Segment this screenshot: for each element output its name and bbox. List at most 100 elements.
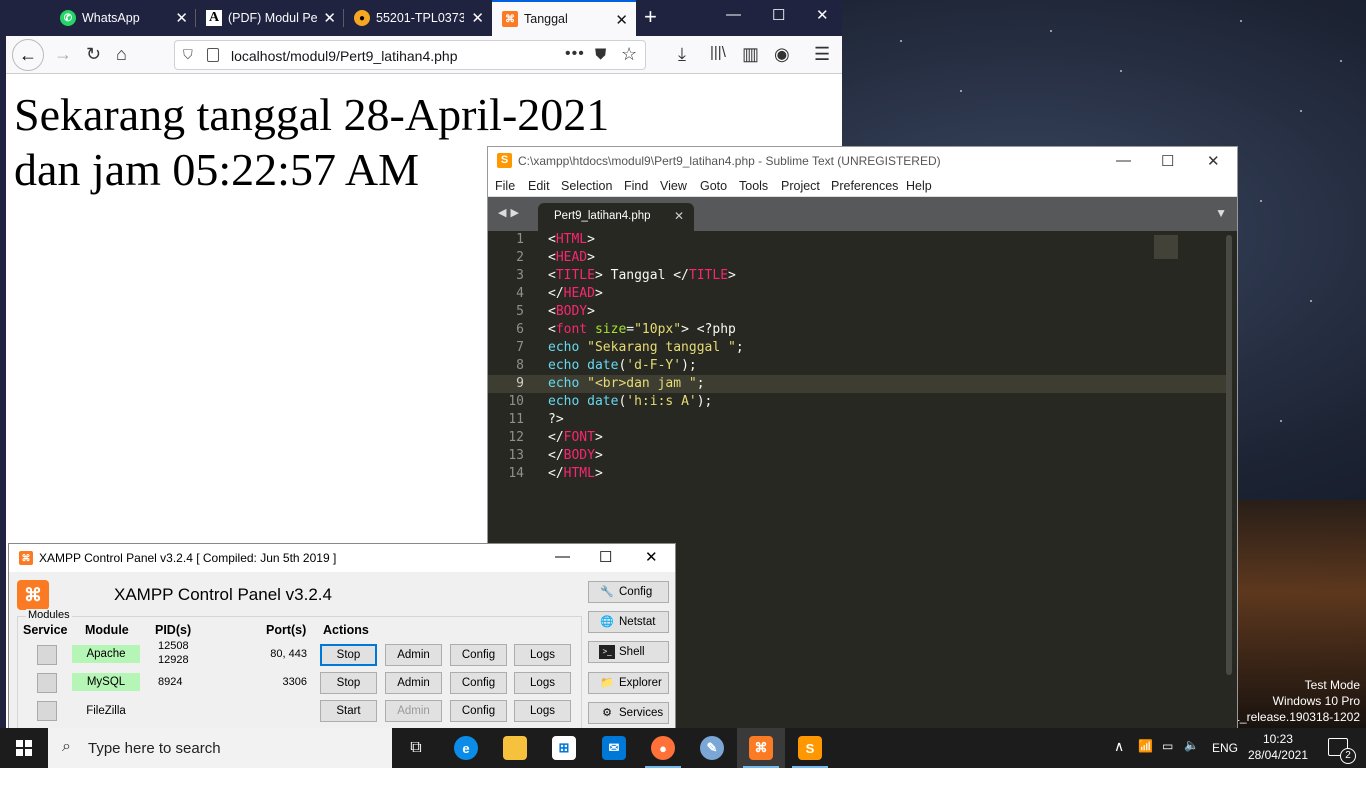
minimap[interactable] [1154, 235, 1178, 259]
explorer-button[interactable]: 📁 Explorer [588, 672, 669, 694]
close-icon[interactable]: ✕ [615, 11, 628, 29]
maximize-icon[interactable]: ☐ [1161, 152, 1174, 170]
globe-icon: 🌐 [600, 616, 614, 628]
home-button[interactable]: ⌂ [116, 44, 127, 65]
close-window-icon[interactable]: ✕ [1207, 152, 1220, 170]
taskbar-mail[interactable]: ✉ [590, 728, 638, 768]
sublime-icon: S [798, 736, 822, 760]
menu-view[interactable]: View [660, 179, 687, 193]
menu-find[interactable]: Find [624, 179, 648, 193]
tab-nav-arrows-icon[interactable]: ◀▶ [498, 206, 523, 219]
minimize-icon[interactable]: — [726, 6, 741, 23]
reload-button[interactable]: ↻ [86, 44, 101, 65]
mysql-config-button[interactable]: Config [450, 672, 507, 694]
apache-admin-button[interactable]: Admin [385, 644, 442, 666]
taskbar-firefox[interactable]: ● [639, 728, 687, 768]
minimize-icon[interactable]: — [1116, 152, 1131, 169]
taskbar-paint[interactable]: ✎ [688, 728, 736, 768]
mysql-stop-button[interactable]: Stop [320, 672, 377, 694]
more-actions-icon[interactable]: ••• [565, 45, 585, 63]
close-icon[interactable]: ✕ [323, 9, 336, 27]
menu-selection[interactable]: Selection [561, 179, 612, 193]
menu-icon[interactable]: ☰ [814, 44, 830, 65]
tab-label: Tanggal [524, 12, 568, 26]
language-indicator[interactable]: ENG [1212, 741, 1238, 755]
start-button[interactable] [0, 728, 48, 768]
url-text[interactable]: localhost/modul9/Pert9_latihan4.php [231, 48, 458, 64]
battery-icon[interactable]: ▭ [1162, 739, 1173, 753]
header-module: Module [85, 623, 129, 637]
firefox-icon: ● [651, 736, 675, 760]
close-icon[interactable]: ✕ [674, 209, 684, 223]
taskbar-search-box[interactable]: ⌕ Type here to search [48, 728, 392, 768]
apache-config-button[interactable]: Config [450, 644, 507, 666]
menu-tools[interactable]: Tools [739, 179, 768, 193]
back-button[interactable]: ← [12, 39, 44, 71]
close-icon[interactable]: ✕ [471, 9, 484, 27]
service-checkbox[interactable] [37, 645, 57, 665]
star [1260, 200, 1262, 202]
close-icon[interactable]: ✕ [175, 9, 188, 27]
taskbar-file-explorer[interactable] [491, 728, 539, 768]
close-window-icon[interactable]: ✕ [645, 548, 658, 566]
star [900, 40, 902, 42]
netstat-button[interactable]: 🌐 Netstat [588, 611, 669, 633]
mysql-admin-button[interactable]: Admin [385, 672, 442, 694]
minimize-icon[interactable]: — [555, 548, 570, 565]
account-icon[interactable]: ◉ [774, 44, 790, 65]
task-view-button[interactable]: ⧉ [392, 728, 440, 768]
code-text: echo date('d-F-Y'); [548, 358, 697, 373]
maximize-icon[interactable]: ☐ [599, 548, 612, 566]
windows-logo-icon [16, 740, 32, 756]
library-icon[interactable]: |||\ [710, 44, 726, 61]
apache-logs-button[interactable]: Logs [514, 644, 571, 666]
menu-preferences[interactable]: Preferences [831, 179, 898, 193]
sidebar-icon[interactable]: ▥ [742, 44, 759, 65]
terminal-icon: >_ [599, 645, 615, 659]
tab-whatsapp[interactable]: ✆ WhatsApp ✕ [50, 0, 196, 36]
editor-tab[interactable]: Pert9_latihan4.php ✕ [538, 203, 694, 231]
chevron-up-icon[interactable]: ∧ [1114, 738, 1124, 755]
tab-pdf-modul[interactable]: A (PDF) Modul Pe ✕ [196, 0, 344, 36]
code-text: <font size="10px"> <?php [548, 322, 736, 337]
tab-course[interactable]: ● 55201-TPL0373- ✕ [344, 0, 492, 36]
chevron-down-icon[interactable]: ▼ [1215, 206, 1227, 220]
forward-button[interactable]: → [54, 44, 72, 65]
taskbar-store[interactable]: ⊞ [540, 728, 588, 768]
filezilla-logs-button[interactable]: Logs [514, 700, 571, 722]
taskbar-sublime[interactable]: S [786, 728, 834, 768]
tab-tanggal[interactable]: ⌘ Tanggal ✕ [492, 0, 636, 36]
taskbar-xampp[interactable]: ⌘ [737, 728, 785, 768]
menu-file[interactable]: File [495, 179, 515, 193]
line-number: 11 [508, 412, 524, 427]
menu-goto[interactable]: Goto [700, 179, 727, 193]
bookmark-star-icon[interactable]: ☆ [621, 44, 637, 65]
service-checkbox[interactable] [37, 673, 57, 693]
sublime-title-bar: S C:\xampp\htdocs\modul9\Pert9_latihan4.… [488, 147, 1237, 175]
services-button[interactable]: ⚙ Services [588, 702, 669, 724]
system-clock[interactable]: 10:23 28/04/2021 [1248, 731, 1308, 763]
mysql-logs-button[interactable]: Logs [514, 672, 571, 694]
shield-icon[interactable]: ⛉ [183, 47, 193, 63]
new-tab-button[interactable]: + [644, 4, 657, 30]
taskbar-edge[interactable]: e [442, 728, 490, 768]
vertical-scrollbar[interactable] [1226, 235, 1232, 675]
shell-button[interactable]: >_ Shell [588, 641, 669, 663]
config-button[interactable]: 🔧 Config [588, 581, 669, 603]
menu-edit[interactable]: Edit [528, 179, 550, 193]
download-icon[interactable]: ⤓ [678, 44, 686, 65]
menu-project[interactable]: Project [781, 179, 820, 193]
header-pids: PID(s) [155, 623, 192, 637]
pocket-icon[interactable]: ⛊ [595, 46, 606, 63]
network-icon[interactable]: 📶 [1138, 739, 1153, 753]
filezilla-start-button[interactable]: Start [320, 700, 377, 722]
close-window-icon[interactable]: ✕ [816, 6, 829, 24]
maximize-icon[interactable]: ☐ [772, 6, 785, 24]
address-bar[interactable]: ⛉ localhost/modul9/Pert9_latihan4.php ••… [174, 40, 646, 70]
volume-icon[interactable]: 🔈 [1184, 738, 1199, 752]
apache-stop-button[interactable]: Stop [320, 644, 377, 666]
filezilla-config-button[interactable]: Config [450, 700, 507, 722]
code-line: 7 echo "Sekarang tanggal "; [488, 339, 1226, 357]
menu-help[interactable]: Help [906, 179, 932, 193]
service-checkbox[interactable] [37, 701, 57, 721]
